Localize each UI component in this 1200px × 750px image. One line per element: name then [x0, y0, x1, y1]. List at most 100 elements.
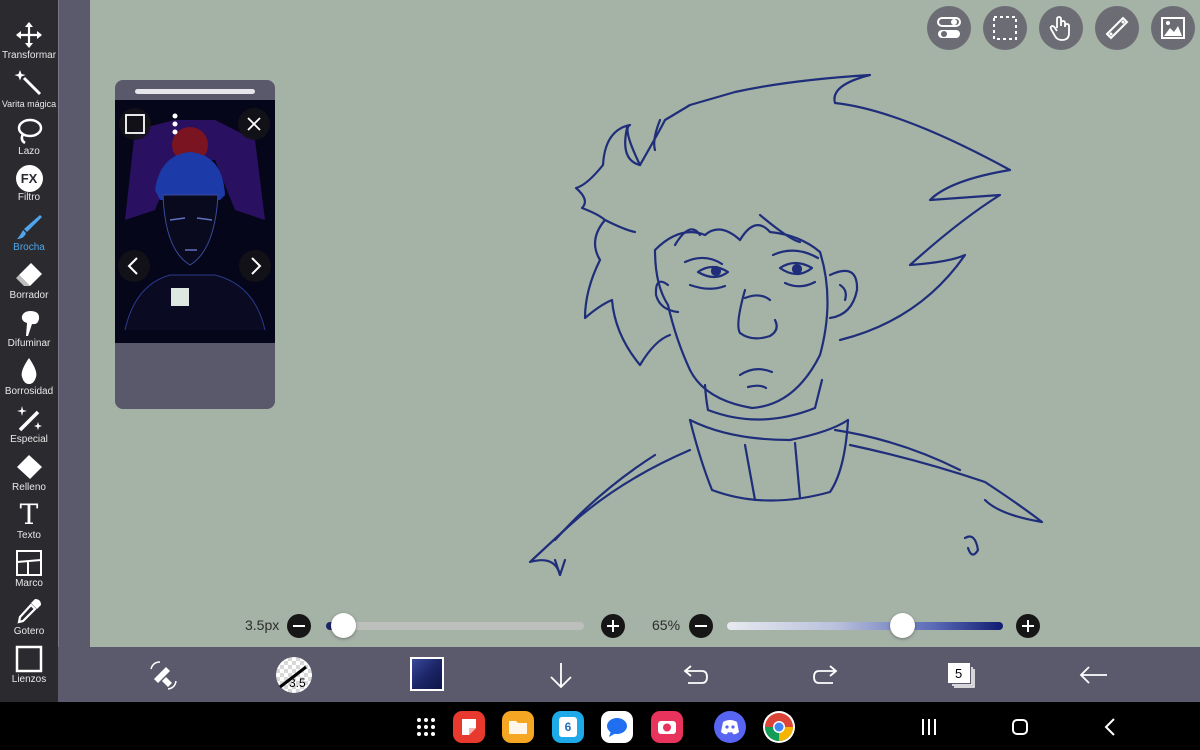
toggle-switch-icon: [937, 17, 961, 38]
app-flipaclip-icon[interactable]: [453, 711, 485, 743]
drag-handle[interactable]: [135, 89, 255, 94]
left-toolbar: Transformar Varita mágica Lazo FX Filtro…: [0, 0, 58, 702]
ruler-icon: [1105, 16, 1129, 40]
opacity-increase-button[interactable]: [1016, 614, 1040, 638]
hand-icon: [1049, 16, 1070, 41]
fx-icon: FX: [15, 165, 43, 192]
tool-label: Especial: [10, 434, 48, 445]
blur-drop-icon: [21, 358, 37, 384]
calendar-icon: 6: [559, 717, 577, 737]
redo-icon: [813, 665, 838, 684]
tool-varita-magica[interactable]: Varita mágica: [0, 66, 58, 114]
home-button[interactable]: [1004, 711, 1036, 743]
undo-icon: [683, 665, 708, 684]
tool-transformar[interactable]: Transformar: [0, 18, 58, 66]
brush-size-knob[interactable]: [331, 613, 356, 638]
color-picker-button[interactable]: [410, 657, 444, 691]
tool-marco[interactable]: Marco: [0, 546, 58, 594]
system-back-button[interactable]: [1095, 711, 1127, 743]
reference-menu-button[interactable]: [159, 108, 191, 140]
tool-label: Gotero: [13, 626, 45, 637]
reference-close-button[interactable]: [238, 108, 270, 140]
reference-next-button[interactable]: [239, 250, 271, 282]
tool-label: Lienzos: [11, 674, 47, 685]
folder-icon: [509, 721, 527, 734]
tool-label: Borrosidad: [4, 386, 54, 397]
android-navigation-bar: 6: [0, 702, 1200, 750]
toggle-settings-button[interactable]: [927, 6, 971, 50]
tool-difuminar[interactable]: Difuminar: [0, 306, 58, 354]
tool-gotero[interactable]: Gotero: [0, 594, 58, 642]
redo-button[interactable]: [809, 657, 845, 693]
back-button[interactable]: [1075, 657, 1111, 693]
eraser-icon: [16, 263, 42, 286]
brush-size-decrease-button[interactable]: [287, 614, 311, 638]
app-camera-icon[interactable]: [651, 711, 683, 743]
home-icon: [1012, 719, 1028, 735]
sparkle-wand-icon: [17, 406, 42, 432]
tool-relleno[interactable]: Relleno: [0, 450, 58, 498]
sidebar-strip: [58, 0, 90, 702]
app-drawer-button[interactable]: [410, 711, 442, 743]
frame-divider-icon: [16, 550, 42, 576]
brush-preview-button[interactable]: 3.5: [276, 657, 312, 693]
quick-swap-button[interactable]: [146, 657, 182, 693]
reference-panel[interactable]: [115, 80, 275, 409]
ruler-button[interactable]: [1095, 6, 1139, 50]
reference-image-button[interactable]: [1151, 6, 1195, 50]
opacity-track[interactable]: [727, 622, 1003, 630]
tool-label: Relleno: [12, 482, 46, 493]
tool-filtro[interactable]: FX Filtro: [0, 162, 58, 210]
tool-borrador[interactable]: Borrador: [0, 258, 58, 306]
brush-icon: [17, 215, 42, 239]
tool-especial[interactable]: Especial: [0, 402, 58, 450]
magic-wand-icon: [14, 70, 42, 96]
tool-lazo[interactable]: Lazo: [0, 114, 58, 162]
fx-text: FX: [20, 171, 38, 186]
move-arrows-icon: [16, 22, 42, 48]
tool-borrosidad[interactable]: Borrosidad: [0, 354, 58, 402]
chrome-icon: [765, 713, 793, 741]
chat-bubble-icon: [607, 718, 627, 737]
app-messages-icon[interactable]: [601, 711, 633, 743]
reference-prev-button[interactable]: [118, 250, 150, 282]
image-icon: [1161, 17, 1185, 39]
app-discord-icon[interactable]: [714, 711, 746, 743]
hand-touch-button[interactable]: [1039, 6, 1083, 50]
crop-square-icon: [125, 114, 145, 134]
selection-button[interactable]: [983, 6, 1027, 50]
more-vertical-icon: [172, 113, 178, 135]
recent-apps-button[interactable]: [913, 711, 945, 743]
text-t-icon: T: [14, 500, 44, 530]
brush-size-track[interactable]: [326, 622, 584, 630]
chevron-right-icon: [251, 257, 262, 275]
opacity-decrease-button[interactable]: [689, 614, 713, 638]
flip-icon: [462, 719, 476, 735]
brush-size-value: 3.5px: [245, 617, 280, 633]
app-calendar-icon[interactable]: 6: [552, 711, 584, 743]
download-button[interactable]: [543, 657, 579, 693]
layers-count: 5: [955, 666, 963, 681]
tool-label: Lazo: [18, 146, 40, 157]
tool-label: Filtro: [17, 192, 41, 203]
tool-label: Transformar: [1, 50, 57, 61]
opacity-knob[interactable]: [890, 613, 915, 638]
grid-dots-icon: [417, 718, 435, 736]
app-chrome-icon[interactable]: [763, 711, 795, 743]
camera-icon: [658, 721, 676, 734]
dashed-selection-icon: [993, 16, 1017, 40]
arrow-down-icon: [550, 663, 572, 689]
chevron-left-icon: [127, 257, 138, 275]
tool-texto[interactable]: T Texto: [0, 498, 58, 546]
tool-lienzos[interactable]: Lienzos: [0, 642, 58, 690]
arrow-left-icon: [1079, 666, 1107, 684]
undo-button[interactable]: [676, 657, 712, 693]
app-files-icon[interactable]: [502, 711, 534, 743]
brush-eraser-swap-icon: [150, 661, 177, 690]
tool-brocha[interactable]: Brocha: [0, 210, 58, 258]
reference-crop-button[interactable]: [119, 108, 151, 140]
tool-label: Difuminar: [7, 338, 51, 349]
layers-button[interactable]: 5: [941, 657, 977, 693]
brush-size-increase-button[interactable]: [601, 614, 625, 638]
tool-label: Varita mágica: [1, 99, 57, 109]
